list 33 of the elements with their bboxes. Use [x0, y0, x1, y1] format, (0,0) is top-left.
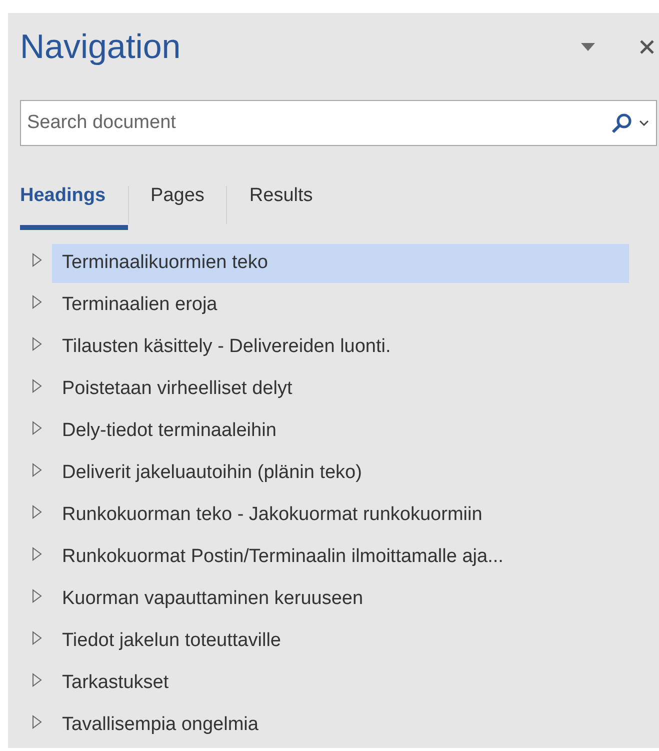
dropdown-arrow-icon[interactable]: [581, 43, 595, 51]
chevron-down-icon[interactable]: [639, 120, 649, 126]
tab[interactable]: Headings: [20, 180, 128, 230]
heading-item[interactable]: Runkokuorman teko - Jakokuormat runkokuormiin: [52, 496, 629, 534]
heading-item[interactable]: Terminaalikuormien teko: [52, 244, 629, 282]
close-icon[interactable]: [639, 39, 655, 55]
heading-item[interactable]: Tilausten käsittely - Delivereiden luonti.: [52, 328, 629, 366]
collapsed-triangle-icon[interactable]: [32, 589, 42, 603]
collapsed-triangle-icon[interactable]: [32, 715, 42, 729]
heading-item[interactable]: Dely-tiedot terminaaleihin: [52, 412, 629, 450]
collapsed-triangle-icon[interactable]: [32, 421, 42, 435]
heading-item[interactable]: Tarkastukset: [52, 664, 629, 702]
search-icon[interactable]: [611, 112, 633, 134]
search-field[interactable]: Search document: [20, 100, 657, 146]
pane-title: Navigation: [20, 26, 182, 68]
heading-item[interactable]: Deliverit jakeluautoihin (plänin teko): [52, 454, 629, 492]
collapsed-triangle-icon[interactable]: [32, 337, 42, 351]
heading-item[interactable]: Kuorman vapauttaminen keruuseen: [52, 580, 629, 618]
collapsed-triangle-icon[interactable]: [32, 547, 42, 561]
collapsed-triangle-icon[interactable]: [32, 673, 42, 687]
heading-item[interactable]: Runkokuormat Postin/Terminaalin ilmoittamalle aja...: [52, 538, 629, 576]
heading-item[interactable]: Tiedot jakelun toteuttaville: [52, 622, 629, 660]
tab[interactable]: Pages: [128, 180, 226, 230]
tab[interactable]: Results: [227, 180, 335, 230]
collapsed-triangle-icon[interactable]: [32, 463, 42, 477]
collapsed-triangle-icon[interactable]: [32, 379, 42, 393]
collapsed-triangle-icon[interactable]: [32, 253, 42, 267]
collapsed-triangle-icon[interactable]: [32, 505, 42, 519]
heading-item[interactable]: Tavallisempia ongelmia: [52, 706, 629, 744]
heading-item[interactable]: Poistetaan virheelliset delyt: [52, 370, 629, 408]
collapsed-triangle-icon[interactable]: [32, 631, 42, 645]
heading-item[interactable]: Terminaalien eroja: [52, 286, 629, 324]
collapsed-triangle-icon[interactable]: [32, 295, 42, 309]
